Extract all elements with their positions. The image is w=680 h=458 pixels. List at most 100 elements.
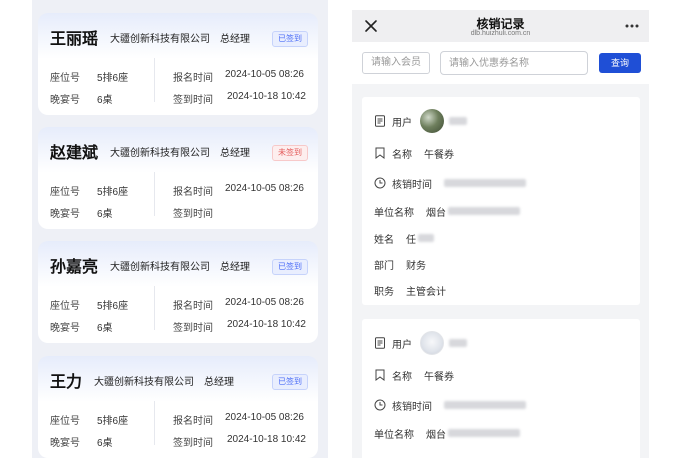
sign-time: 2024-10-18 10:42: [227, 434, 306, 445]
attendee-name: 赵建斌: [50, 145, 99, 162]
more-icon[interactable]: [625, 20, 639, 32]
reg-row: 报名时间 2024-10-05 08:26: [173, 183, 304, 198]
card-header: 孙嘉亮 大疆创新科技有限公司 总经理: [50, 253, 250, 277]
unit-field: 单位名称 烟台: [374, 425, 520, 441]
table-value: 6桌: [97, 95, 113, 106]
seat-row: 座位号 5排6座: [50, 297, 128, 312]
divider: [154, 172, 155, 216]
reg-row: 报名时间 2024-10-05 08:26: [173, 69, 304, 84]
table-row: 晚宴号 6桌: [50, 434, 113, 449]
divider: [154, 401, 155, 445]
sign-label: 签到时间: [173, 323, 213, 334]
redemption-records-screen: 核销记录 dlb.huizhuli.com.cn 查询 用户 名称 午餐券: [352, 10, 649, 458]
seat-label: 座位号: [50, 301, 80, 312]
person-label: 姓名: [374, 234, 394, 246]
table-label: 晚宴号: [50, 95, 80, 106]
coupon-input[interactable]: [440, 51, 588, 75]
name-label: 名称: [392, 371, 412, 383]
document-icon: [375, 337, 385, 349]
page-subtitle: dlb.huizhuli.com.cn: [470, 30, 531, 37]
reg-label: 报名时间: [173, 301, 213, 312]
name-field: 名称 午餐券: [374, 145, 454, 161]
attendee-name: 王丽瑶: [50, 31, 99, 48]
member-input[interactable]: [362, 52, 430, 74]
position-label: 职务: [374, 286, 394, 298]
status-badge: 未签到: [272, 145, 308, 161]
attendee-list[interactable]: 王丽瑶 大疆创新科技有限公司 总经理 已签到 座位号 5排6座 晚宴号 6桌 报…: [32, 0, 328, 458]
sign-time: 2024-10-18 10:42: [227, 319, 306, 330]
seat-value: 5排6座: [97, 301, 129, 312]
bookmark-icon: [375, 369, 385, 381]
attendee-title: 总经理: [220, 33, 251, 45]
attendee-company: 大疆创新科技有限公司: [110, 33, 211, 45]
table-row: 晚宴号 6桌: [50, 319, 113, 334]
unit-field: 单位名称 烟台: [374, 203, 520, 219]
attendee-name: 王力: [50, 374, 83, 391]
seat-row: 座位号 5排6座: [50, 183, 128, 198]
person-value-redacted: [418, 234, 434, 242]
attendee-card[interactable]: 赵建斌 大疆创新科技有限公司 总经理 未签到 座位号 5排6座 晚宴号 6桌 报…: [38, 127, 318, 229]
dept-label: 部门: [374, 260, 394, 272]
seat-label: 座位号: [50, 73, 80, 84]
attendee-title: 总经理: [220, 261, 251, 273]
seat-row: 座位号 5排6座: [50, 412, 128, 427]
sign-time: 2024-10-18 10:42: [227, 91, 306, 102]
attendee-card[interactable]: 王丽瑶 大疆创新科技有限公司 总经理 已签到 座位号 5排6座 晚宴号 6桌 报…: [38, 13, 318, 115]
name-value: 午餐券: [424, 149, 454, 161]
user-field: 用户: [374, 109, 467, 133]
attendee-company: 大疆创新科技有限公司: [110, 147, 211, 159]
query-button[interactable]: 查询: [599, 53, 641, 73]
seat-value: 5排6座: [97, 73, 129, 84]
user-label: 用户: [392, 117, 412, 129]
unit-label: 单位名称: [374, 429, 414, 441]
nav-bar: 核销记录 dlb.huizhuli.com.cn: [352, 10, 649, 42]
attendee-title: 总经理: [204, 376, 235, 388]
user-name-redacted: [449, 117, 467, 125]
divider: [154, 58, 155, 102]
attendee-card[interactable]: 王力 大疆创新科技有限公司 总经理 已签到 座位号 5排6座 晚宴号 6桌 报名…: [38, 356, 318, 458]
seat-value: 5排6座: [97, 187, 129, 198]
sign-label: 签到时间: [173, 209, 213, 220]
dept-value: 财务: [406, 260, 426, 272]
attendee-name: 孙嘉亮: [50, 259, 99, 276]
table-value: 6桌: [97, 323, 113, 334]
attendee-card[interactable]: 孙嘉亮 大疆创新科技有限公司 总经理 已签到 座位号 5排6座 晚宴号 6桌 报…: [38, 241, 318, 343]
reg-label: 报名时间: [173, 187, 213, 198]
redemption-record[interactable]: 用户 名称 午餐券 核销时间 单位名称 烟台: [362, 319, 640, 458]
unit-label: 单位名称: [374, 207, 414, 219]
redemption-record[interactable]: 用户 名称 午餐券 核销时间 单位名称 烟台 姓名 任 部门 财务 职务 主管会…: [362, 97, 640, 305]
avatar: [420, 109, 444, 133]
seat-label: 座位号: [50, 187, 80, 198]
user-name-redacted: [449, 339, 467, 347]
person-prefix: 任: [406, 234, 416, 246]
sign-row: 签到时间 2024-10-18 10:42: [173, 319, 306, 334]
sign-row: 签到时间 2024-10-18 10:42: [173, 91, 306, 106]
sign-label: 签到时间: [173, 438, 213, 449]
search-bar: 查询: [352, 42, 649, 84]
time-value-redacted: [444, 401, 526, 409]
avatar: [420, 331, 444, 355]
table-value: 6桌: [97, 438, 113, 449]
dept-field: 部门 财务: [374, 256, 426, 272]
time-label: 核销时间: [392, 179, 432, 191]
attendee-company: 大疆创新科技有限公司: [110, 261, 211, 273]
unit-value-redacted: [448, 207, 520, 215]
sign-label: 签到时间: [173, 95, 213, 106]
unit-prefix: 烟台: [426, 429, 446, 441]
user-field: 用户: [374, 331, 467, 355]
position-field: 职务 主管会计: [374, 282, 446, 298]
table-label: 晚宴号: [50, 438, 80, 449]
table-row: 晚宴号 6桌: [50, 205, 113, 220]
reg-row: 报名时间 2024-10-05 08:26: [173, 412, 304, 427]
time-field: 核销时间: [374, 175, 526, 191]
table-value: 6桌: [97, 209, 113, 220]
time-label: 核销时间: [392, 401, 432, 413]
status-badge: 已签到: [272, 259, 308, 275]
seat-label: 座位号: [50, 416, 80, 427]
reg-time: 2024-10-05 08:26: [225, 69, 304, 80]
name-field: 名称 午餐券: [374, 367, 454, 383]
unit-value-redacted: [448, 429, 520, 437]
bookmark-icon: [375, 147, 385, 159]
position-value: 主管会计: [406, 286, 446, 298]
time-value-redacted: [444, 179, 526, 187]
